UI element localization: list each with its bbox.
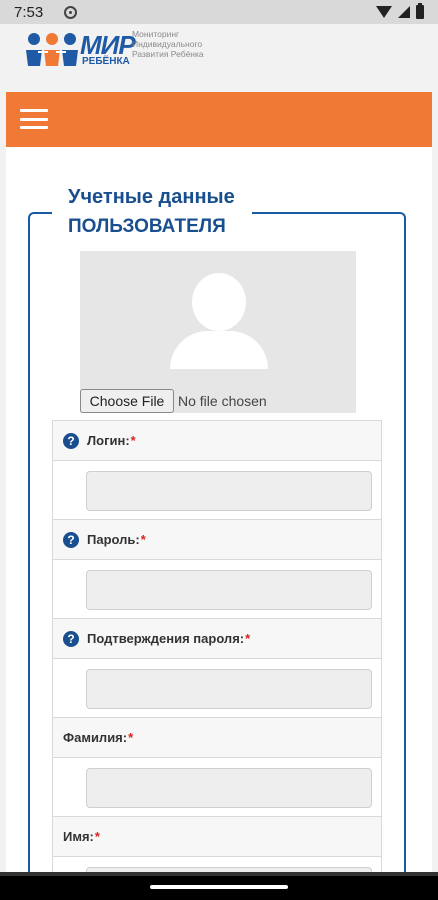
password-input[interactable]	[86, 570, 372, 610]
required-marker: *	[130, 433, 136, 448]
section-subtitle: ПОЛЬЗОВАТЕЛЯ	[68, 216, 226, 237]
status-bar: 7:53	[0, 0, 438, 24]
logo-header: МИР РЕБЁНКА Мониторинг Индивидуального Р…	[0, 24, 438, 90]
required-marker: *	[94, 829, 100, 844]
user-placeholder-body	[170, 331, 268, 369]
section-title: Учетные данные	[68, 186, 235, 208]
logo-subname: РЕБЁНКА	[82, 56, 130, 67]
status-time: 7:53	[14, 4, 44, 21]
choose-file-button[interactable]: Choose File	[80, 389, 174, 413]
confirm-password-input[interactable]	[86, 669, 372, 709]
password-label-row: ? Пароль: *	[53, 520, 381, 560]
logo-tagline: Мониторинг Индивидуального Развития Ребё…	[132, 29, 204, 59]
password-label: Пароль:	[87, 532, 140, 547]
login-label: Логин:	[87, 433, 130, 448]
lastname-label-row: Фамилия: *	[53, 718, 381, 758]
home-gesture-handle[interactable]	[150, 885, 288, 889]
status-icons	[376, 3, 424, 20]
signal-icon	[398, 6, 410, 18]
firstname-label: Имя:	[63, 829, 94, 844]
credentials-form: ? Логин: * ? Пароль: * ? Подтверждения пар…	[52, 420, 382, 900]
hamburger-menu-icon[interactable]	[20, 109, 48, 129]
required-marker: *	[140, 532, 146, 547]
help-icon[interactable]: ?	[63, 432, 79, 449]
confirm-password-label: Подтверждения пароля:	[87, 631, 245, 646]
help-icon[interactable]: ?	[63, 630, 79, 647]
lastname-label: Фамилия:	[63, 730, 128, 745]
avatar-upload-area: Choose File No file chosen	[80, 251, 356, 413]
firstname-label-row: Имя: *	[53, 817, 381, 857]
help-icon[interactable]: ?	[63, 531, 79, 548]
required-marker: *	[245, 631, 251, 646]
top-navbar	[6, 92, 432, 147]
file-status: No file chosen	[178, 393, 267, 409]
battery-icon	[416, 3, 424, 19]
wifi-icon	[376, 6, 392, 18]
user-placeholder-icon	[192, 273, 246, 331]
notification-icon	[64, 6, 77, 19]
required-marker: *	[128, 730, 134, 745]
logo-kids-icon	[26, 33, 78, 66]
password-input-row	[53, 560, 381, 619]
confirm-password-input-row	[53, 659, 381, 718]
login-input-row	[53, 461, 381, 520]
login-label-row: ? Логин: *	[53, 421, 381, 461]
confirm-password-label-row: ? Подтверждения пароля: *	[53, 619, 381, 659]
lastname-input-row	[53, 758, 381, 817]
lastname-input[interactable]	[86, 768, 372, 808]
login-input[interactable]	[86, 471, 372, 511]
